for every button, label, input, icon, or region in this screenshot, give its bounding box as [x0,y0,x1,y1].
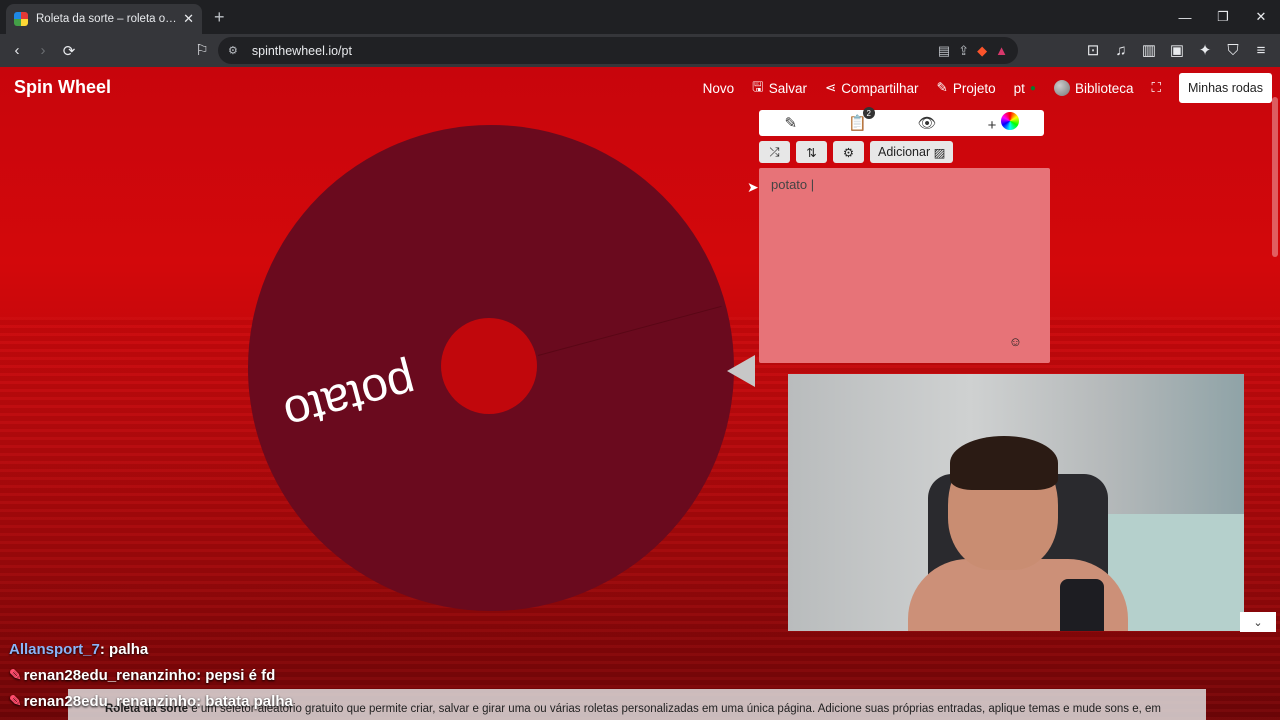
site-logo[interactable]: Spin Wheel [14,77,111,98]
webcam-microphone [1060,579,1104,631]
webcam-person-hair [950,436,1058,490]
adicionar-image-button[interactable]: Adicionar ▨ [870,141,954,163]
brave-shield-icon[interactable]: ◆ [977,43,987,59]
projeto-button[interactable]: ✎ Projeto [937,80,996,96]
sidebar-icon[interactable]: ▥ [1136,37,1162,63]
bookmark-icon[interactable]: ⚐ [189,37,215,63]
wheel-slice-label: potato [278,354,422,441]
chat-username: renan28edu_renanzinho [23,693,197,710]
salvar-label: Salvar [768,80,807,96]
novo-button[interactable]: Novo [703,81,735,96]
globe-icon [1053,80,1070,96]
share-icon: ⋖ [824,80,837,95]
language-label: pt [1013,80,1025,96]
tab-add-color-button[interactable]: + [988,112,1019,134]
top-navigation: Novo 🖫 Salvar ⋖ Compartilhar ✎ Projeto pt ● … [703,67,1280,109]
url-text: spinthewheel.io/pt [251,43,352,58]
editor-toolbar: ⤮ ⇅ ⚙ Adicionar ▨ [759,141,954,163]
tab-close-icon[interactable]: ✕ [183,11,194,27]
language-button[interactable]: pt ● [1014,81,1036,96]
chat-message: ✎ renan28edu_renanzinho: pepsi é fd [9,667,276,684]
entries-text: potato | [771,177,815,192]
fullscreen-icon[interactable]: ⛶ [1152,80,1161,96]
image-icon: ▨ [933,145,946,160]
reload-icon[interactable]: ⟳ [56,38,82,64]
biblioteca-label: Biblioteca [1074,80,1134,96]
chat-text: batata palha [205,693,293,710]
shuffle-button[interactable]: ⤮ [759,141,790,163]
browser-tabbar: Roleta da sorte – roleta online g ✕ + — … [0,0,1280,34]
reader-mode-icon[interactable]: ▤ [938,43,950,59]
projeto-label: Projeto [952,80,996,96]
browser-tab[interactable]: Roleta da sorte – roleta online g ✕ [6,4,202,34]
forward-icon[interactable]: › [30,38,56,64]
editor-tabs: ✎ 📋 2 👁 + [759,107,1044,136]
compartilhar-label: Compartilhar [841,80,919,96]
pencil-icon: ✎ [936,80,948,95]
chat-username: Allansport_7 [9,641,100,658]
adicionar-label: Adicionar [878,145,931,159]
site-favicon-icon [14,12,28,26]
tab-edit-pencil-icon[interactable]: ✎ [784,114,797,132]
menu-icon[interactable]: ≡ [1248,37,1274,63]
scroll-down-chevron-icon[interactable]: ⌄ [1240,612,1276,632]
salvar-button[interactable]: 🖫 Salvar [752,77,807,100]
webcam-overlay [788,374,1244,631]
entries-textarea[interactable]: potato | ☺ [759,168,1050,363]
flag-icon: ● [1029,82,1036,94]
chat-message: ✎ renan28edu_renanzinho: batata palha [9,693,293,710]
gear-icon: ⚙ [842,145,855,160]
results-count-badge: 2 [862,107,875,119]
address-bar[interactable]: ⚙ spinthewheel.io/pt ▤ ⇪ ◆ ▲ [218,37,1018,64]
screenshot-icon[interactable]: ⊡ [1080,37,1106,63]
minimize-button[interactable]: — [1166,0,1204,34]
wheel-pointer-icon [727,355,755,387]
pencil-badge-icon: ✎ [9,693,22,710]
share-icon[interactable]: ⇪ [958,43,969,59]
chat-username: renan28edu_renanzinho [23,667,197,684]
page-content: Spin Wheel Novo 🖫 Salvar ⋖ Compartilhar ✎ P… [0,67,1280,720]
media-icon[interactable]: ♫ [1108,37,1134,63]
spin-wheel[interactable]: potato [248,125,734,611]
chat-text: pepsi é fd [205,667,276,684]
browser-toolbar: ‹ › ⟳ ⚐ ⚙ spinthewheel.io/pt ▤ ⇪ ◆ ▲ ⊡ ♫… [0,34,1280,67]
mouse-cursor-icon: ➤ [747,179,759,195]
pencil-badge-icon: ✎ [9,667,22,684]
color-wheel-icon [1000,112,1019,130]
settings-button[interactable]: ⚙ [833,141,864,163]
novo-label: Novo [702,80,735,96]
stream-chat-overlay: Allansport_7: palha ✎ renan28edu_renanzin… [9,637,293,715]
biblioteca-button[interactable]: Biblioteca [1053,80,1134,96]
compartilhar-button[interactable]: ⋖ Compartilhar [825,80,919,96]
new-tab-button[interactable]: + [214,7,225,28]
close-window-button[interactable]: ✕ [1242,0,1280,34]
sort-icon: ⇅ [806,145,817,160]
site-info-icon[interactable]: ⚙ [228,44,238,57]
minhas-rodas-button[interactable]: Minhas rodas [1178,73,1272,103]
site-description-text: é um seletor aleatório gratuito que perm… [188,703,1161,715]
sort-button[interactable]: ⇅ [796,141,827,163]
smiley-icon[interactable]: ☺ [1009,334,1022,349]
wallet-icon[interactable]: ▣ [1164,37,1190,63]
wheel-segment-line [537,305,722,356]
leo-ai-icon[interactable]: ✦ [1192,37,1218,63]
tab-results-clipboard-icon[interactable]: 📋 2 [848,107,875,132]
maximize-button[interactable]: ❐ [1204,0,1242,34]
page-scrollbar[interactable] [1272,97,1278,257]
wheel-hub[interactable] [441,318,537,414]
window-controls: — ❐ ✕ [1166,0,1280,34]
chat-text: palha [109,641,149,658]
tab-hidden-eye-icon[interactable]: 👁 [918,114,937,132]
shuffle-icon: ⤮ [769,144,780,159]
back-icon[interactable]: ‹ [4,38,30,64]
brave-rewards-icon[interactable]: ▲ [995,43,1008,58]
chat-message: Allansport_7: palha [9,641,149,658]
save-icon: 🖫 [752,78,764,94]
vpn-icon[interactable]: ⛉ [1220,37,1246,63]
tab-title: Roleta da sorte – roleta online g [36,13,177,25]
